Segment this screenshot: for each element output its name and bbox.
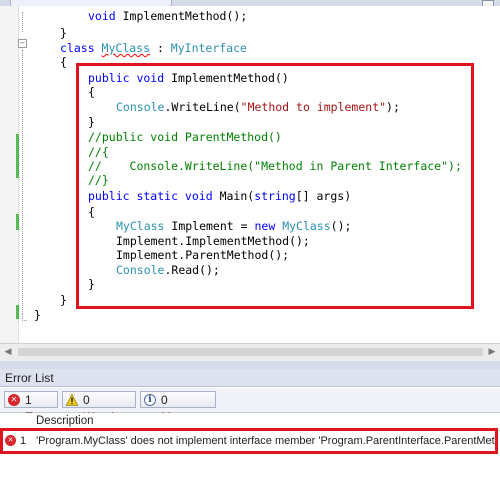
code-token: {: [60, 55, 67, 69]
change-marker: [16, 134, 19, 178]
outline-guide: [22, 50, 23, 314]
code-line[interactable]: }: [34, 308, 41, 322]
error-list-body: [0, 455, 500, 500]
collapse-icon[interactable]: −: [18, 39, 27, 48]
error-icon: ✕: [8, 394, 20, 406]
change-marker: [16, 214, 19, 230]
outline-guide: [22, 314, 27, 321]
code-line[interactable]: class MyClass : MyInterface: [60, 41, 247, 55]
code-token: class: [60, 41, 102, 55]
warnings-filter-button[interactable]: 0 Warnings: [62, 391, 136, 424]
code-line[interactable]: }: [60, 293, 67, 307]
code-token: }: [60, 26, 67, 40]
error-icon: ✕: [5, 435, 16, 446]
outline-guide: [22, 12, 23, 32]
warning-icon: [66, 394, 78, 406]
scroll-left-icon[interactable]: ◀: [0, 344, 16, 361]
messages-filter-button[interactable]: i 0 Messages: [140, 391, 216, 424]
error-list-title: Error List: [0, 369, 500, 387]
scroll-right-icon[interactable]: ▶: [484, 344, 500, 361]
error-row[interactable]: ✕ 1 'Program.MyClass' does not implement…: [0, 428, 498, 454]
errors-filter-button[interactable]: ✕ 1 Error: [4, 391, 58, 424]
code-line[interactable]: void ImplementMethod();: [88, 9, 247, 23]
scroll-thumb[interactable]: [18, 348, 483, 356]
code-token: MyInterface: [170, 41, 247, 55]
highlight-box-code: [76, 63, 474, 309]
horizontal-scrollbar[interactable]: ◀ ▶: [0, 343, 500, 361]
error-description: 'Program.MyClass' does not implement int…: [36, 435, 498, 447]
code-token: :: [150, 41, 171, 55]
info-icon: i: [144, 394, 156, 406]
code-token: void: [88, 9, 123, 23]
code-token: }: [34, 308, 41, 322]
change-marker: [16, 305, 19, 319]
code-token: }: [60, 293, 67, 307]
code-token: ImplementMethod();: [122, 9, 248, 23]
error-list-toolbar: ✕ 1 Error 0 Warnings i 0 Messages: [0, 388, 500, 424]
panel-splitter[interactable]: [0, 361, 500, 369]
error-number: 1: [20, 435, 27, 447]
code-line[interactable]: }: [60, 26, 67, 40]
code-token: MyClass: [101, 41, 151, 55]
code-line[interactable]: {: [60, 55, 67, 69]
